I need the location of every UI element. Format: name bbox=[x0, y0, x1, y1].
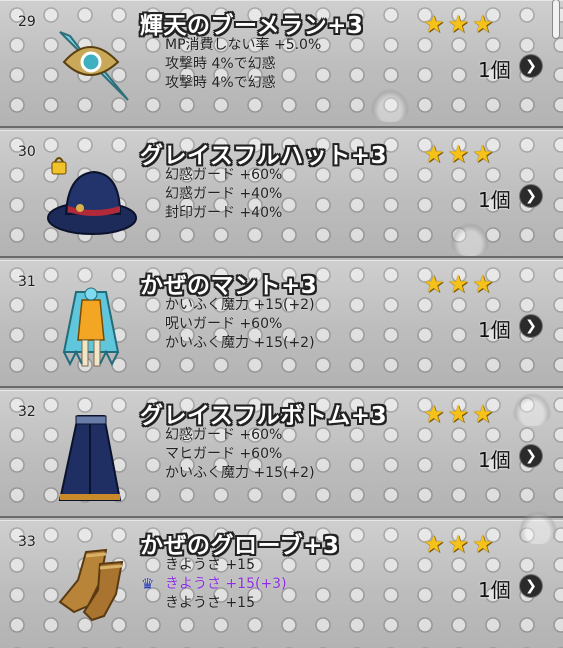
item-stats: きようさ +15 ♛ きようさ +15(+3) きようさ +15 bbox=[141, 556, 287, 613]
rarity-stars: ★ ★ ★ bbox=[423, 142, 494, 166]
rarity-stars: ★ ★ ★ bbox=[423, 402, 494, 426]
item-stats: 幻惑ガード +60% 幻惑ガード +40% 封印ガード +40% bbox=[165, 166, 282, 223]
item-quantity: 1個 bbox=[478, 188, 511, 212]
item-name: 輝天のブーメラン+3 bbox=[140, 13, 364, 39]
star-icon: ★ bbox=[472, 140, 494, 168]
item-name: グレイスフルボトム+3 bbox=[140, 403, 388, 429]
item-row[interactable]: 29 輝天のブーメラン+3 ★ ★ ★ MP消費しない率 +5.0% 攻撃時 4… bbox=[0, 0, 563, 128]
star-icon: ★ bbox=[447, 10, 470, 38]
item-number: 29 bbox=[18, 14, 36, 30]
stat-line: かいふく魔力 +15(+2) bbox=[165, 335, 315, 351]
gloves-icon bbox=[58, 548, 124, 622]
cloak-icon bbox=[62, 287, 120, 367]
star-icon: ★ bbox=[472, 530, 494, 558]
star-icon: ★ bbox=[447, 400, 470, 428]
star-icon: ★ bbox=[423, 10, 445, 38]
scrollbar[interactable] bbox=[553, 0, 559, 38]
item-quantity: 1個 bbox=[478, 58, 511, 82]
item-row[interactable]: 33 かぜのグローブ+3 ★ ★ ★ きようさ +15 ♛ きようさ +15(+… bbox=[0, 510, 563, 648]
stat-line: 幻惑ガード +60% bbox=[165, 427, 283, 443]
slime-decoration bbox=[450, 222, 490, 256]
item-name: グレイスフルハット+3 bbox=[140, 143, 388, 169]
stat-line: MP消費しない率 +5.0% bbox=[165, 37, 322, 53]
stat-line: 幻惑ガード +40% bbox=[165, 186, 283, 202]
star-icon: ★ bbox=[423, 530, 445, 558]
chevron-right-icon[interactable]: ❯ bbox=[520, 575, 542, 597]
slime-decoration bbox=[370, 88, 410, 122]
stat-line: 攻撃時 4%で幻惑 bbox=[165, 75, 276, 91]
star-icon: ★ bbox=[423, 270, 445, 298]
item-stats: MP消費しない率 +5.0% 攻撃時 4%で幻惑 攻撃時 4%で幻惑 bbox=[165, 36, 321, 93]
chevron-right-icon[interactable]: ❯ bbox=[520, 315, 542, 337]
star-icon: ★ bbox=[472, 10, 494, 38]
item-row[interactable]: 30 グレイスフルハット+3 ★ ★ ★ 幻惑ガード +60% 幻惑ガード +4… bbox=[0, 130, 563, 258]
item-number: 33 bbox=[18, 534, 36, 550]
chevron-right-icon[interactable]: ❯ bbox=[520, 55, 542, 77]
stat-line: きようさ +15 bbox=[165, 557, 255, 573]
rarity-stars: ★ ★ ★ bbox=[423, 12, 494, 36]
item-list: 29 輝天のブーメラン+3 ★ ★ ★ MP消費しない率 +5.0% 攻撃時 4… bbox=[0, 0, 563, 648]
stat-line-highlighted: ♛ きようさ +15(+3) bbox=[141, 575, 287, 594]
rarity-stars: ★ ★ ★ bbox=[423, 272, 494, 296]
item-quantity: 1個 bbox=[478, 578, 511, 602]
item-name: かぜのグローブ+3 bbox=[140, 533, 340, 559]
star-icon: ★ bbox=[423, 400, 445, 428]
chevron-right-icon[interactable]: ❯ bbox=[520, 445, 542, 467]
item-row[interactable]: 31 かぜのマント+3 ★ ★ ★ かいふく魔力 +15(+2) 呪いガード +… bbox=[0, 260, 563, 388]
stat-line: 呪いガード +60% bbox=[165, 316, 283, 332]
chevron-right-icon[interactable]: ❯ bbox=[520, 185, 542, 207]
stat-line: きようさ +15 bbox=[165, 595, 255, 611]
hat-icon bbox=[47, 157, 137, 235]
stat-line: マヒガード +60% bbox=[165, 446, 283, 462]
slime-decoration bbox=[518, 510, 558, 544]
item-number: 32 bbox=[18, 404, 36, 420]
slime-decoration bbox=[512, 392, 552, 426]
item-name: かぜのマント+3 bbox=[140, 273, 318, 299]
boomerang-icon bbox=[59, 31, 129, 101]
item-quantity: 1個 bbox=[478, 318, 511, 342]
stat-line: 封印ガード +40% bbox=[165, 205, 283, 221]
item-stats: かいふく魔力 +15(+2) 呪いガード +60% かいふく魔力 +15(+2) bbox=[165, 296, 315, 353]
item-stats: 幻惑ガード +60% マヒガード +60% かいふく魔力 +15(+2) bbox=[165, 426, 315, 483]
crown-icon: ♛ bbox=[141, 575, 155, 593]
stat-line: かいふく魔力 +15(+2) bbox=[165, 297, 315, 313]
stat-line: 幻惑ガード +60% bbox=[165, 167, 283, 183]
star-icon: ★ bbox=[447, 530, 470, 558]
skirt-icon bbox=[58, 415, 122, 501]
star-icon: ★ bbox=[423, 140, 445, 168]
star-icon: ★ bbox=[447, 140, 470, 168]
rarity-stars: ★ ★ ★ bbox=[423, 532, 494, 556]
stat-line: かいふく魔力 +15(+2) bbox=[165, 465, 315, 481]
star-icon: ★ bbox=[472, 270, 494, 298]
item-number: 30 bbox=[18, 144, 36, 160]
item-row[interactable]: 32 グレイスフルボトム+3 ★ ★ ★ 幻惑ガード +60% マヒガード +6… bbox=[0, 390, 563, 518]
star-icon: ★ bbox=[447, 270, 470, 298]
star-icon: ★ bbox=[472, 400, 494, 428]
item-number: 31 bbox=[18, 274, 36, 290]
stat-line: 攻撃時 4%で幻惑 bbox=[165, 56, 276, 72]
item-quantity: 1個 bbox=[478, 448, 511, 472]
stat-text: きようさ +15(+3) bbox=[165, 576, 287, 592]
